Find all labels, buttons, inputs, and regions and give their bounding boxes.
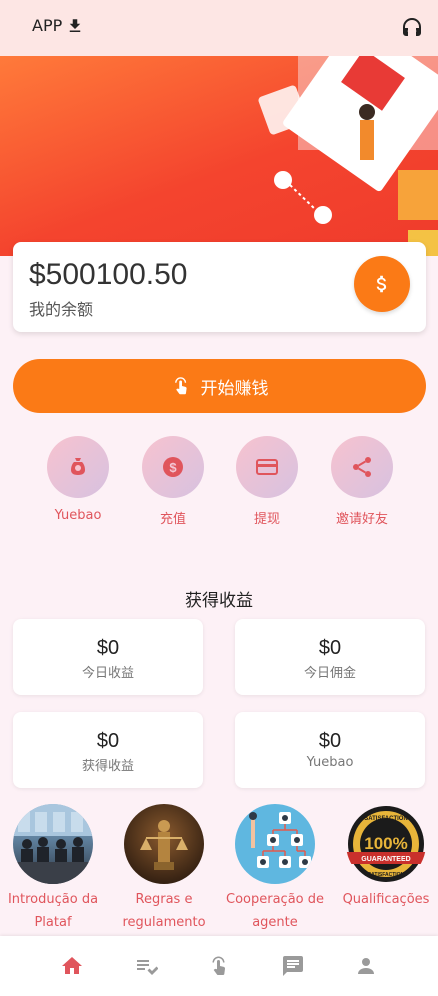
dollar-icon <box>376 275 387 293</box>
start-earning-button[interactable]: 开始赚钱 <box>13 359 426 413</box>
chat-icon[interactable] <box>281 954 305 978</box>
earnings-title: 获得收益 <box>185 591 253 611</box>
app-label: APP <box>32 16 63 35</box>
start-earning-label: 开始赚钱 <box>200 378 269 399</box>
info-item-qualifications[interactable]: SATISFACTION 100% GUARANTEED SATISFACTIO… <box>331 804 438 911</box>
dollar-coin-icon: $ <box>163 457 183 477</box>
moneybag-icon <box>71 458 85 475</box>
stat-card-today-commission: $0 今日佣金 <box>235 619 425 695</box>
justice-statue-photo <box>140 820 188 870</box>
dollar-icon-button[interactable] <box>354 256 410 312</box>
user-icon[interactable] <box>354 954 378 978</box>
stat-label: Yuebao <box>306 755 354 770</box>
quick-item-withdraw[interactable]: 提现 <box>227 436 307 527</box>
stat-value: $0 <box>96 637 120 659</box>
badge-top-text: SATISFACTION <box>364 816 408 822</box>
info-item-agent-cooperation[interactable]: Cooperação de agente <box>220 804 330 934</box>
info-item-introduction[interactable]: Introdução da Plataf <box>0 804 108 934</box>
balance-card: $500100.50 我的余额 <box>13 242 426 332</box>
card-icon <box>256 459 278 475</box>
top-bar: APP <box>0 0 438 56</box>
touch-icon[interactable] <box>208 954 232 978</box>
info-item-rules[interactable]: Regras e regulamento <box>109 804 219 934</box>
info-label: Qualificações <box>342 892 430 907</box>
badge-ribbon-text: GUARANTEED <box>361 856 410 863</box>
stat-value: $0 <box>96 730 120 752</box>
info-label: Cooperação de agente <box>226 892 324 930</box>
share-icon <box>353 457 371 477</box>
promo-banner[interactable] <box>0 56 438 256</box>
stat-card-today-earnings: $0 今日收益 <box>13 619 203 695</box>
touch-icon <box>174 377 187 395</box>
info-links: Introdução da Plataf Regras e regulament… <box>0 804 438 934</box>
balance-label: 我的余额 <box>29 300 94 319</box>
shopping-illustration <box>258 56 438 256</box>
network-icon <box>249 812 311 868</box>
stat-value: $0 <box>318 730 342 752</box>
quick-label: 提现 <box>253 512 280 527</box>
home-icon[interactable] <box>60 954 84 978</box>
stat-card-yuebao: $0 Yuebao <box>235 712 425 788</box>
meeting-photo <box>13 804 93 884</box>
stat-value: $0 <box>318 637 342 659</box>
task-list-icon[interactable] <box>134 954 158 978</box>
balance-amount: $500100.50 <box>29 258 188 291</box>
stat-card-total-earnings: $0 获得收益 <box>13 712 203 788</box>
stat-label: 今日收益 <box>81 666 134 681</box>
quick-item-yuebao[interactable]: Yuebao <box>38 436 118 523</box>
download-icon <box>70 18 81 32</box>
stat-label: 获得收益 <box>81 759 134 774</box>
quick-item-recharge[interactable]: $ 充值 <box>133 436 213 527</box>
app-download-link[interactable]: APP <box>32 16 84 35</box>
headset-icon[interactable] <box>400 16 424 40</box>
quick-item-invite[interactable]: 邀请好友 <box>322 436 402 527</box>
badge-bottom-text: SATISFACTION <box>368 872 405 878</box>
guarantee-badge: SATISFACTION 100% GUARANTEED SATISFACTIO… <box>346 806 426 882</box>
quick-label: 邀请好友 <box>335 512 388 527</box>
bottom-nav <box>0 936 438 996</box>
svg-text:$: $ <box>169 460 177 475</box>
stat-label: 今日佣金 <box>303 666 356 681</box>
quick-label: Yuebao <box>54 508 102 523</box>
info-label: Introdução da Plataf <box>7 892 99 930</box>
badge-percent-text: 100% <box>364 834 407 853</box>
info-label: Regras e regulamento <box>122 892 206 930</box>
quick-label: 充值 <box>159 512 186 527</box>
quick-actions: Yuebao $ 充值 提现 邀请好友 <box>0 436 438 527</box>
